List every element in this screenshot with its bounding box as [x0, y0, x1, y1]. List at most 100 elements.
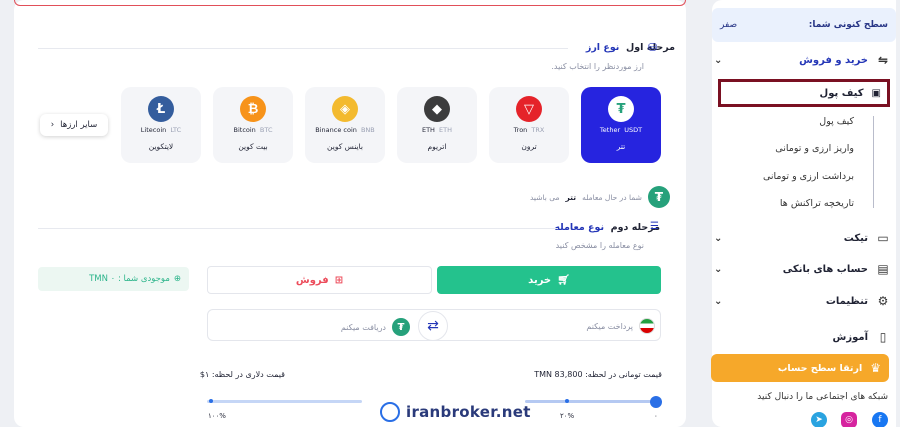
sell-label: فروش — [295, 274, 329, 286]
level-value: صفر — [720, 20, 738, 30]
exchange-icon: ⇋ — [877, 53, 889, 67]
trading-coin: تتر — [565, 192, 577, 202]
coin-card-btc[interactable]: ₿ Bitcoin BTC بیت کوین — [213, 87, 293, 163]
sidebar-item-label: خرید و فروش — [799, 54, 868, 66]
ltc-logo-icon: Ł — [148, 96, 174, 122]
trading-prefix: شما در حال معامله — [582, 192, 642, 202]
watermark-text: iranbroker.net — [406, 403, 531, 421]
submenu-wallet[interactable]: کیف پول — [819, 116, 854, 127]
slider-tick: ۲۰% — [560, 412, 575, 420]
slider-track-left — [207, 400, 362, 403]
list-icon: ☰ — [650, 221, 659, 232]
bnb-logo-icon: ◈ — [332, 96, 358, 122]
chevron-down-icon: ⌄ — [714, 295, 723, 307]
divider — [38, 48, 568, 49]
sell-button[interactable]: ⊞ فروش — [207, 266, 432, 294]
iran-flag-icon — [639, 318, 655, 334]
slider-track-right — [525, 400, 655, 403]
upgrade-level-button[interactable]: ♛ ارتقا سطح حساب — [711, 354, 889, 382]
balance-badge: ⊕ موجودی شما : TMN ۰ — [38, 267, 189, 291]
submenu-line — [873, 116, 874, 208]
slider-dot — [565, 399, 569, 403]
trx-logo-icon: ▽ — [516, 96, 542, 122]
coins-stack-icon: ⛁ — [648, 41, 658, 54]
coin-name: Bitcoin BTC — [233, 126, 273, 134]
coin-name: Tether USDT — [599, 126, 643, 134]
upgrade-label: ارتقا سطح حساب — [777, 362, 863, 374]
instagram-icon[interactable]: ◎ — [841, 412, 857, 427]
usdt-logo-icon: ₮ — [608, 96, 634, 122]
chevron-down-icon: ⌄ — [714, 232, 723, 244]
sidebar-item-bank-accounts[interactable]: ▤ حساب های بانکی ⌄ — [710, 262, 890, 276]
coin-name-fa: اتریوم — [427, 142, 447, 151]
sidebar-item-label: کیف پول — [819, 87, 864, 99]
tether-icon: ₮ — [647, 186, 670, 208]
buy-button[interactable]: 🛒︎ خرید — [437, 266, 661, 294]
coin-name: Litecoin LTC — [140, 126, 182, 134]
trading-notice: ₮ شما در حال معامله تتر می باشید — [530, 186, 670, 208]
sidebar-item-label: تیکت — [843, 232, 868, 244]
step1-subtitle: ارز موردنظر را انتخاب کنید. — [551, 62, 644, 71]
price-dollar: قیمت دلاری در لحظه: ۱$ — [199, 370, 285, 379]
step2-subtitle: نوع معامله را مشخص کنید — [555, 241, 644, 250]
other-coins-button[interactable]: سایر ارزها ‹ — [40, 114, 108, 136]
balance-label: موجودی شما : TMN ۰ — [89, 274, 170, 284]
bank-card-icon: ▤ — [877, 262, 889, 276]
alert-banner-edge — [14, 0, 686, 6]
swap-icon[interactable]: ⇄ — [418, 311, 448, 341]
sidebar-item-settings[interactable]: ⚙ تنظیمات ⌄ — [710, 294, 890, 308]
buy-label: خرید — [528, 274, 552, 286]
facebook-icon[interactable]: f — [872, 412, 888, 427]
sidebar-item-label: تنظیمات — [825, 295, 868, 307]
telegram-icon[interactable]: ➤ — [811, 412, 827, 427]
step1-title: مرحله اول نوع ارز — [585, 42, 675, 53]
pay-field[interactable]: پرداخت میکنم — [586, 318, 655, 334]
step2-title: مرحله دوم نوع معامله — [554, 222, 660, 233]
sidebar-item-label: حساب های بانکی — [782, 263, 868, 275]
level-label: سطح کنونی شما: — [808, 20, 888, 30]
watermark: iranbroker.net — [380, 402, 531, 422]
plus-circle-icon: ⊕ — [173, 274, 181, 284]
eth-logo-icon: ◆ — [424, 96, 450, 122]
chevron-down-icon: ⌄ — [714, 263, 723, 275]
coin-name: ETH ETH — [421, 126, 452, 134]
coin-name-fa: تتر — [616, 142, 626, 151]
coin-name-fa: لایتکوین — [148, 142, 174, 151]
coin-card-eth[interactable]: ◆ ETH ETH اتریوم — [397, 87, 477, 163]
watermark-logo-icon — [380, 402, 400, 422]
book-icon: ▯ — [879, 330, 887, 344]
pay-label: پرداخت میکنم — [586, 321, 633, 331]
ticket-icon: ▭ — [877, 231, 889, 245]
sell-cart-icon: ⊞ — [334, 274, 344, 286]
percent-slider-handle[interactable] — [650, 396, 662, 408]
sidebar-item-ticket[interactable]: ▭ تیکت ⌄ — [710, 231, 890, 245]
other-coins-label: سایر ارزها — [60, 120, 98, 130]
receive-label: دریافت میکنم — [340, 322, 386, 332]
sidebar-item-learning[interactable]: ▯ آموزش — [710, 330, 890, 344]
level-bar: سطح کنونی شما: صفر — [712, 8, 896, 42]
receive-field[interactable]: ₮ دریافت میکنم — [341, 318, 410, 336]
sidebar-item-wallet[interactable]: ▣ کیف پول — [718, 79, 890, 107]
tether-icon: ₮ — [392, 318, 410, 336]
coin-card-usdt[interactable]: ₮ Tether USDT تتر — [581, 87, 661, 163]
chevron-left-icon: ‹ — [50, 120, 55, 130]
divider — [38, 228, 558, 229]
coin-card-ltc[interactable]: Ł Litecoin LTC لایتکوین — [121, 87, 201, 163]
slider-tick: ۱۰۰% — [208, 412, 226, 420]
submenu-withdraw[interactable]: برداشت ارزی و تومانی — [763, 171, 854, 182]
price-toman: قیمت تومانی در لحظه: TMN 83,800 — [534, 370, 662, 379]
chevron-down-icon: ⌄ — [714, 54, 723, 66]
coin-card-bnb[interactable]: ◈ Binance coin BNB باینس کوین — [305, 87, 385, 163]
wallet-icon: ▣ — [871, 87, 881, 99]
submenu-history[interactable]: تاریخچه تراکنش ها — [780, 198, 854, 209]
gear-icon: ⚙ — [877, 294, 889, 308]
coin-name: Binance coin BNB — [315, 126, 375, 134]
sidebar-item-buy-sell[interactable]: ⇋ خرید و فروش ⌄ — [710, 53, 890, 67]
slider-dot — [209, 399, 213, 403]
sidebar-item-label: آموزش — [832, 331, 868, 343]
slider-tick: ۰ — [654, 412, 658, 420]
submenu-deposit[interactable]: واریز ارزی و تومانی — [775, 143, 854, 154]
coin-card-trx[interactable]: ▽ Tron TRX ترون — [489, 87, 569, 163]
buy-cart-icon: 🛒︎ — [557, 274, 570, 286]
coin-name-fa: بیت کوین — [238, 142, 268, 151]
